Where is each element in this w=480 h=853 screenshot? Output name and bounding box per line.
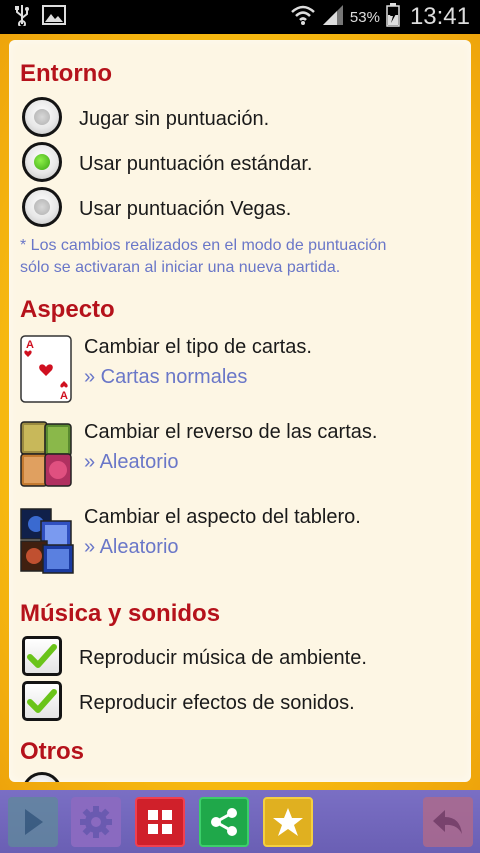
svg-text:A: A [26,339,34,351]
settings-panel: Entorno Jugar sin puntuación. Usar puntu… [9,40,471,782]
clock: 13:41 [409,3,470,30]
radio-button[interactable] [22,97,62,137]
checkmark-icon [27,644,57,668]
card-backs-icon [19,420,75,493]
back-icon [433,810,462,834]
note-line: * Los cambios realizados en el modo de p… [20,237,387,254]
svg-text:A: A [60,390,68,402]
radio-label: Jugar sin puntuación. [79,108,270,130]
bottom-toolbar [0,790,480,853]
setting-label: Cambiar el reverso de las cartas. [84,421,378,443]
settings-frame: Entorno Jugar sin puntuación. Usar puntu… [0,34,480,790]
checkbox-label: Reproducir música de ambiente. [79,647,367,669]
radio-label: Usar puntuación estándar. [79,153,313,175]
section-title-aspecto: Aspecto [20,296,115,323]
play-button[interactable] [8,797,58,847]
battery-icon [386,2,400,32]
share-button[interactable] [199,797,249,847]
usb-icon [14,4,30,31]
settings-icon [80,806,112,838]
setting-value: » Cartas normales [84,366,248,388]
settings-button[interactable] [71,797,121,847]
playing-card-icon: A A [20,335,72,408]
checkmark-icon [27,689,57,713]
section-title-otros: Otros [20,738,85,765]
grid-icon [148,810,172,834]
checkbox[interactable] [22,681,62,721]
star-icon [273,808,303,836]
note-line: sólo se activaran al iniciar una nueva p… [20,259,341,276]
setting-label: Cambiar el aspecto del tablero. [84,506,361,528]
setting-label: Cambiar el tipo de cartas. [84,336,312,358]
radio-button-selected[interactable] [22,142,62,182]
share-icon [211,808,237,836]
signal-icon [322,4,344,31]
status-bar: 53% 13:41 [0,0,480,34]
radio-label: Usar puntuación Vegas. [79,198,292,220]
battery-percent: 53% [349,8,380,26]
wifi-icon [290,4,316,31]
section-title-entorno: Entorno [20,60,112,87]
checkbox[interactable] [22,636,62,676]
menu-grid-button[interactable] [135,797,185,847]
section-title-musica: Música y sonidos [20,600,221,627]
checkbox-label: Reproducir efectos de sonidos. [79,692,355,714]
back-button[interactable] [423,797,473,847]
scoring-note: * Los cambios realizados en el modo de p… [20,235,386,279]
setting-value: » Aleatorio [84,536,179,558]
play-icon [25,809,43,835]
rate-button[interactable] [263,797,313,847]
image-icon [42,4,66,30]
table-backgrounds-icon [19,507,75,580]
radio-button[interactable] [22,187,62,227]
setting-value: » Aleatorio [84,451,179,473]
partial-option-control[interactable] [22,772,62,782]
